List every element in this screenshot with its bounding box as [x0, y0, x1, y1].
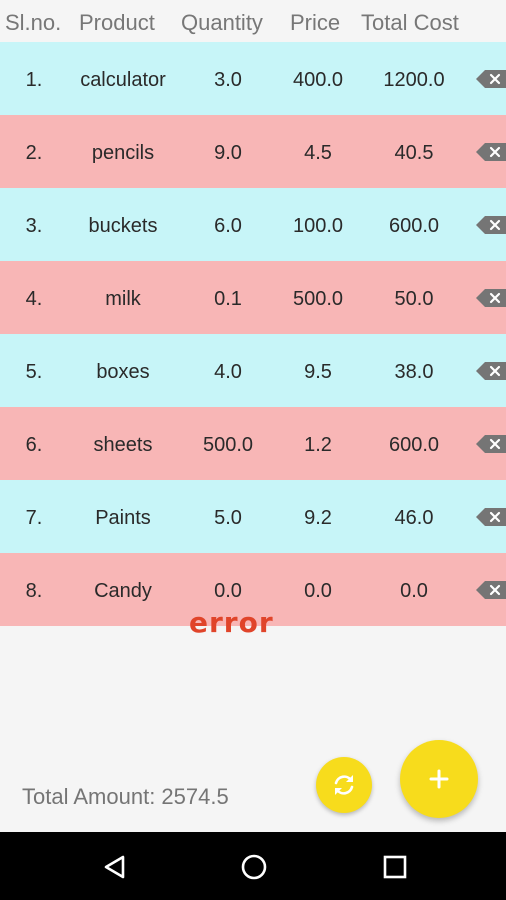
row-total: 40.5 — [394, 142, 434, 164]
row-number: 7. — [25, 507, 43, 529]
row-total: 46.0 — [394, 507, 434, 529]
app-screen: Sl.no. Product Quantity Price Total Cost… — [0, 0, 506, 900]
error-message: error — [189, 606, 274, 639]
row-price: 9.2 — [304, 507, 332, 529]
row-product: pencils — [91, 142, 155, 164]
back-triangle-icon[interactable] — [100, 852, 130, 882]
recent-square-icon[interactable] — [380, 852, 410, 882]
backspace-icon[interactable] — [476, 288, 506, 308]
table-row[interactable]: 7. Paints 5.0 9.2 46.0 — [0, 480, 506, 553]
row-product: Candy — [94, 580, 152, 602]
row-product: sheets — [93, 434, 153, 456]
row-product: milk — [105, 288, 141, 310]
row-total: 1200.0 — [383, 69, 445, 91]
backspace-icon[interactable] — [476, 507, 506, 527]
table-row[interactable]: 3. buckets 6.0 100.0 600.0 — [0, 188, 506, 261]
row-product: boxes — [96, 361, 150, 383]
header-quantity: Quantity — [181, 10, 263, 35]
row-product: calculator — [80, 69, 166, 91]
backspace-icon[interactable] — [476, 361, 506, 381]
row-product: buckets — [88, 215, 158, 237]
row-price: 100.0 — [292, 215, 344, 237]
table-header: Sl.no. Product Quantity Price Total Cost — [0, 0, 506, 42]
backspace-icon[interactable] — [476, 580, 506, 600]
row-quantity: 0.1 — [214, 288, 242, 310]
header-total-cost: Total Cost — [361, 10, 459, 35]
row-number: 1. — [25, 69, 43, 91]
backspace-icon[interactable] — [476, 215, 506, 235]
system-navigation-bar — [0, 832, 506, 900]
refresh-icon — [334, 775, 354, 795]
row-number: 8. — [25, 580, 43, 602]
product-list: 1. calculator 3.0 400.0 1200.0 2. pencil… — [0, 42, 506, 626]
backspace-icon[interactable] — [476, 69, 506, 89]
row-total: 600.0 — [388, 215, 440, 237]
row-price: 9.5 — [304, 361, 332, 383]
add-item-button[interactable] — [400, 740, 478, 818]
row-quantity: 4.0 — [214, 361, 242, 383]
row-total: 0.0 — [400, 580, 428, 602]
row-price: 1.2 — [304, 434, 332, 456]
backspace-icon[interactable] — [476, 434, 506, 454]
row-price: 4.5 — [304, 142, 332, 164]
table-row[interactable]: 2. pencils 9.0 4.5 40.5 — [0, 115, 506, 188]
plus-icon — [429, 769, 449, 789]
row-quantity: 6.0 — [214, 215, 242, 237]
row-price: 400.0 — [292, 69, 344, 91]
row-number: 2. — [25, 142, 43, 164]
row-total: 38.0 — [394, 361, 434, 383]
table-row[interactable]: 1. calculator 3.0 400.0 1200.0 — [0, 42, 506, 115]
row-total: 600.0 — [388, 434, 440, 456]
row-number: 6. — [25, 434, 43, 456]
header-price: Price — [290, 10, 341, 35]
table-row[interactable]: 5. boxes 4.0 9.5 38.0 — [0, 334, 506, 407]
header-product: Product — [79, 10, 155, 35]
row-price: 500.0 — [292, 288, 344, 310]
row-total: 50.0 — [394, 288, 434, 310]
home-circle-icon[interactable] — [239, 852, 269, 882]
row-product: Paints — [95, 507, 151, 529]
row-price: 0.0 — [304, 580, 332, 602]
row-number: 4. — [25, 288, 43, 310]
row-quantity: 3.0 — [214, 69, 242, 91]
backspace-icon[interactable] — [476, 142, 506, 162]
table-row[interactable]: 4. milk 0.1 500.0 50.0 — [0, 261, 506, 334]
table-row[interactable]: 6. sheets 500.0 1.2 600.0 — [0, 407, 506, 480]
row-quantity: 5.0 — [214, 507, 242, 529]
total-amount: Total Amount: 2574.5 — [22, 784, 229, 809]
row-quantity: 500.0 — [202, 434, 254, 456]
header-slno: Sl.no. — [5, 10, 62, 35]
row-number: 3. — [25, 215, 43, 237]
row-number: 5. — [25, 361, 43, 383]
row-quantity: 9.0 — [214, 142, 242, 164]
refresh-button[interactable] — [316, 757, 372, 813]
